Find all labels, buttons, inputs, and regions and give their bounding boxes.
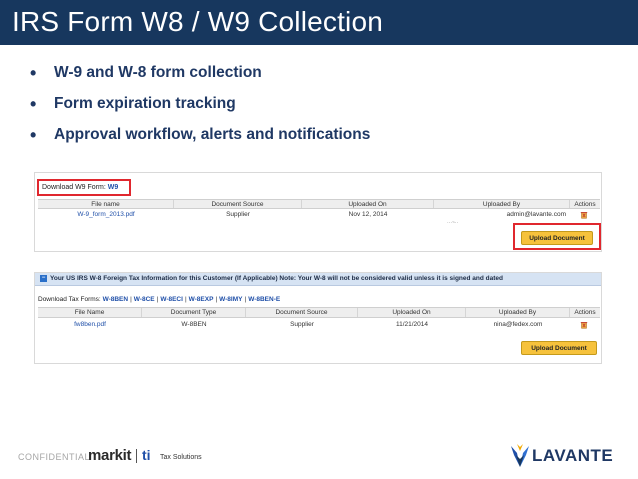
bullet-icon: • (30, 125, 37, 145)
download-tax-forms-label: Download Tax Forms: (38, 296, 101, 303)
confidential-label: CONFIDENTIAL (18, 452, 91, 462)
column-header[interactable]: File name (38, 200, 174, 208)
column-header: Actions (574, 309, 596, 316)
bullet-text: Form expiration tracking (54, 95, 236, 112)
markit-logo: markit (88, 447, 132, 464)
document-source: Supplier (226, 211, 250, 218)
lavante-wordmark: LAVANTE (532, 446, 614, 465)
table-row: fw8ben.pdf W-8BEN Supplier 11/21/2014 ni… (38, 320, 600, 330)
delete-document-icon[interactable] (580, 211, 588, 219)
list-item: • Form expiration tracking (30, 93, 370, 124)
column-header[interactable]: Uploaded On (358, 308, 466, 317)
w8-table-header: File Name Document Type Document Source … (38, 307, 600, 318)
tax-form-link[interactable]: W-8EXP (189, 296, 214, 303)
list-item: • W-9 and W-8 form collection (30, 62, 370, 93)
collapse-icon[interactable]: − (40, 274, 47, 282)
upload-document-button[interactable]: Upload Document (521, 231, 593, 245)
column-header[interactable]: Uploaded By (466, 308, 570, 317)
redacted-text-mark: ···~·· (447, 220, 459, 226)
feature-list: • W-9 and W-8 form collection • Form expir… (30, 62, 370, 155)
bullet-icon: • (30, 63, 37, 83)
tax-solutions-label: Tax Solutions (160, 454, 202, 461)
delete-document-icon[interactable] (580, 321, 588, 329)
tax-form-link[interactable]: W-8BEN (103, 296, 129, 303)
ti-logo: ti (142, 447, 151, 463)
bullet-icon: • (30, 94, 37, 114)
bullet-text: W-9 and W-8 form collection (54, 64, 262, 81)
column-header[interactable]: File Name (38, 308, 142, 317)
page-title: IRS Form W8 / W9 Collection (12, 6, 384, 37)
download-w9-label: Download W9 Form: (42, 184, 106, 191)
w9-panel: Download W9 Form: W9 File name Document S… (34, 172, 602, 252)
logo-divider (136, 449, 137, 463)
column-header[interactable]: Uploaded By (434, 200, 570, 208)
uploaded-on: Nov 12, 2014 (348, 211, 388, 218)
w8-section-header[interactable]: − Your US IRS W-8 Foreign Tax Information… (35, 273, 601, 286)
file-name-link[interactable]: fw8ben.pdf (38, 320, 142, 330)
column-header[interactable]: Uploaded On (302, 200, 434, 208)
uploaded-by: admin@lavante.com (506, 211, 566, 218)
w9-table-header: File name Document Source Uploaded On Up… (38, 199, 600, 209)
w8-panel: − Your US IRS W-8 Foreign Tax Information… (34, 272, 602, 364)
tax-form-link[interactable]: W-8CE (134, 296, 155, 303)
column-header[interactable]: Document Type (142, 308, 246, 317)
download-w9-link[interactable]: W9 (108, 184, 119, 191)
column-header[interactable]: Document Source (246, 308, 358, 317)
uploaded-on: 11/21/2014 (395, 321, 429, 328)
upload-document-button[interactable]: Upload Document (521, 341, 597, 355)
list-item: • Approval workflow, alerts and notificat… (30, 124, 370, 155)
download-tax-forms: Download Tax Forms: W-8BEN | W-8CE | W-8ECI |… (38, 296, 281, 303)
lavante-logo-icon (511, 444, 529, 467)
w8-section-title: Your US IRS W-8 Foreign Tax Information … (50, 275, 503, 282)
document-type: W-8BEN (181, 321, 207, 328)
file-name-link[interactable]: W-9_form_2013.pdf (38, 210, 174, 220)
tax-form-link[interactable]: W-8BEN-E (248, 296, 280, 303)
bullet-text: Approval workflow, alerts and notificati… (54, 126, 371, 143)
title-bar: IRS Form W8 / W9 Collection (0, 0, 638, 45)
document-source: Supplier (290, 321, 314, 328)
upload-w9-highlight: Upload Document (513, 223, 601, 250)
table-row: W-9_form_2013.pdf Supplier Nov 12, 2014 … (38, 210, 600, 220)
column-header: Actions (574, 201, 596, 208)
download-w9-highlight: Download W9 Form: W9 (37, 179, 131, 196)
uploaded-by: nina@fedex.com (493, 321, 543, 328)
tax-form-link[interactable]: W-8IMY (219, 296, 242, 303)
column-header[interactable]: Document Source (174, 200, 302, 208)
tax-form-link[interactable]: W-8ECI (160, 296, 183, 303)
